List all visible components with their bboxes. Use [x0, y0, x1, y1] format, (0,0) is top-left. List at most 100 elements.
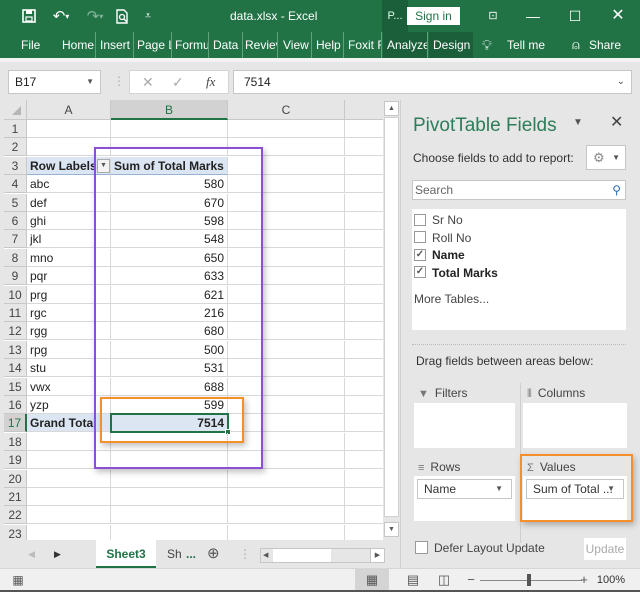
cell-a19[interactable]	[27, 451, 111, 470]
checkbox-unchecked-icon[interactable]	[414, 231, 426, 244]
cell-c15[interactable]	[228, 377, 345, 396]
save-icon[interactable]	[18, 6, 40, 26]
cell-b1[interactable]	[111, 120, 228, 138]
more-sheets-ellipsis[interactable]: ...	[186, 540, 202, 568]
cell-c17[interactable]	[228, 414, 345, 433]
cell-d16[interactable]	[345, 396, 387, 414]
row-header-12[interactable]: 12	[4, 322, 27, 341]
cell-c20[interactable]	[228, 469, 345, 488]
more-tables-link[interactable]: More Tables...	[414, 292, 489, 306]
cell-b18[interactable]	[111, 432, 228, 451]
tab-data[interactable]: Data	[213, 32, 243, 58]
select-all-corner[interactable]	[4, 100, 27, 120]
checkbox-checked-icon[interactable]: ✓	[414, 248, 426, 261]
cell-d3[interactable]	[345, 156, 387, 175]
pivot-row-value[interactable]: 650	[111, 248, 228, 267]
cell-d14[interactable]	[345, 359, 387, 378]
cell-c1[interactable]	[228, 120, 345, 138]
cell-d22[interactable]	[345, 506, 387, 525]
cell-a1[interactable]	[27, 120, 111, 138]
columns-drop-area[interactable]	[523, 403, 627, 448]
cell-d13[interactable]	[345, 340, 387, 359]
scroll-tabs-left-icon[interactable]: ◀	[28, 540, 42, 568]
maximize-button[interactable]: ☐	[562, 6, 588, 26]
cell-d17[interactable]	[345, 414, 387, 433]
scroll-down-arrow-icon[interactable]: ▼	[384, 522, 399, 537]
cell-d10[interactable]	[345, 285, 387, 304]
cell-c8[interactable]	[228, 248, 345, 267]
tab-analyze[interactable]: Analyze	[383, 32, 428, 58]
cell-c16[interactable]	[228, 396, 345, 414]
tab-help[interactable]: Help	[316, 32, 344, 58]
defer-layout-update-checkbox[interactable]: Defer Layout Update	[415, 541, 545, 555]
row-header-5[interactable]: 5	[4, 193, 27, 212]
cell-c19[interactable]	[228, 451, 345, 470]
minimize-button[interactable]: —	[520, 6, 546, 26]
row-header-19[interactable]: 19	[4, 451, 27, 470]
row-header-10[interactable]: 10	[4, 285, 27, 304]
row-header-3[interactable]: 3	[4, 156, 27, 175]
pivot-row-value[interactable]: 670	[111, 193, 228, 212]
tab-formulas[interactable]: Formu	[175, 32, 209, 58]
pivot-row-label[interactable]: stu	[27, 359, 111, 378]
row-header-15[interactable]: 15	[4, 377, 27, 396]
row-header-20[interactable]: 20	[4, 469, 27, 488]
rows-field-name[interactable]: Name ▼	[417, 479, 512, 499]
cell-b22[interactable]	[111, 506, 228, 525]
rows-drop-area[interactable]: Name ▼	[414, 476, 515, 521]
pivot-row-value[interactable]: 680	[111, 322, 228, 341]
zoom-level[interactable]: 100%	[594, 571, 628, 589]
tab-file[interactable]: File	[21, 32, 51, 58]
update-button[interactable]: Update	[584, 538, 626, 560]
cell-b2[interactable]	[111, 138, 228, 157]
row-header-18[interactable]: 18	[4, 432, 27, 451]
pivot-row-value[interactable]: 633	[111, 267, 228, 286]
row-header-1[interactable]: 1	[4, 120, 27, 138]
macro-recording-icon[interactable]: ▦	[10, 571, 26, 589]
column-header-c[interactable]: C	[228, 100, 345, 120]
print-preview-icon[interactable]	[112, 6, 132, 26]
pivot-row-label[interactable]: abc	[27, 175, 111, 194]
cell-b20[interactable]	[111, 469, 228, 488]
cell-d4[interactable]	[345, 175, 387, 194]
horizontal-scroll-thumb[interactable]	[273, 549, 331, 562]
row-header-16[interactable]: 16	[4, 396, 27, 414]
cell-d7[interactable]	[345, 230, 387, 249]
chevron-down-icon[interactable]: ▼	[607, 480, 615, 498]
pivot-row-label[interactable]: pqr	[27, 267, 111, 286]
filters-drop-area[interactable]	[414, 403, 515, 448]
page-break-view-icon[interactable]: ◫	[436, 571, 452, 589]
pivot-row-value[interactable]: 598	[111, 212, 228, 230]
normal-view-icon[interactable]: ▦	[355, 569, 389, 590]
ribbon-display-options-icon[interactable]: ⊡	[480, 6, 506, 26]
field-list-settings-button[interactable]: ⚙ ▼	[586, 145, 626, 170]
cell-b19[interactable]	[111, 451, 228, 470]
field-item-roll-no[interactable]: Roll No	[414, 230, 471, 246]
cell-d18[interactable]	[345, 432, 387, 451]
cell-a22[interactable]	[27, 506, 111, 525]
cell-c13[interactable]	[228, 340, 345, 359]
enter-check-icon[interactable]: ✓	[172, 74, 184, 91]
field-item-name[interactable]: ✓ Name	[414, 247, 465, 263]
values-drop-area[interactable]: Sum of Total ... ▼	[523, 476, 627, 521]
cell-c14[interactable]	[228, 359, 345, 378]
cancel-icon[interactable]: ✕	[142, 74, 154, 91]
horizontal-scrollbar[interactable]: ◀	[260, 548, 377, 563]
share-button[interactable]: Share	[589, 32, 629, 58]
tab-view[interactable]: View	[283, 32, 312, 58]
pivot-row-label[interactable]: prg	[27, 285, 111, 304]
redo-icon[interactable]: ↷ ▾	[82, 6, 108, 26]
pivot-row-value[interactable]: 580	[111, 175, 228, 194]
search-icon[interactable]: ⚲	[612, 181, 621, 199]
scroll-tabs-right-icon[interactable]: ▶	[54, 540, 68, 568]
row-header-4[interactable]: 4	[4, 175, 27, 194]
checkbox-checked-icon[interactable]: ✓	[414, 266, 426, 279]
formula-bar-grip-icon[interactable]: ⋮	[113, 74, 125, 88]
chevron-down-icon[interactable]: ▼	[86, 71, 94, 93]
tab-insert[interactable]: Insert	[100, 32, 134, 58]
cell-d21[interactable]	[345, 488, 387, 506]
pivot-row-label[interactable]: def	[27, 193, 111, 212]
pivot-row-value[interactable]: 216	[111, 304, 228, 322]
cell-c5[interactable]	[228, 193, 345, 212]
cell-d12[interactable]	[345, 322, 387, 341]
